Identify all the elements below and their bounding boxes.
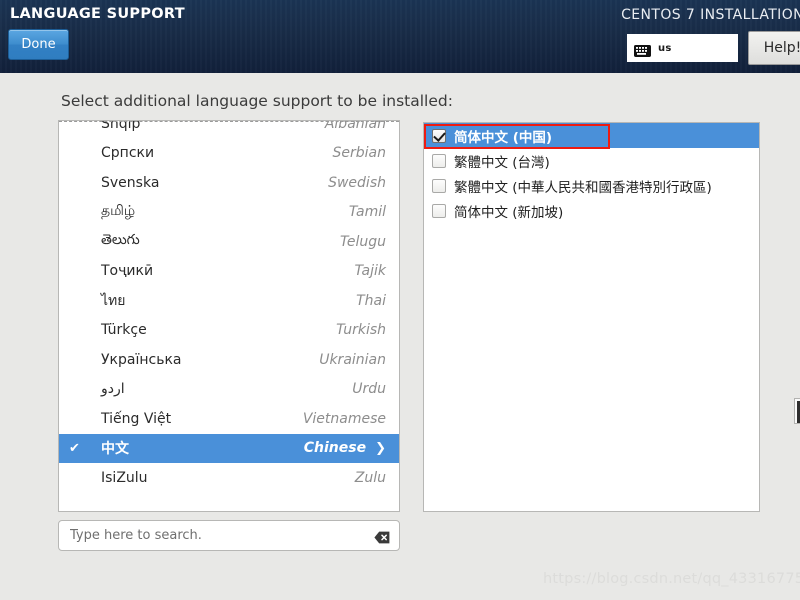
- variant-label: 简体中文 (中国): [454, 126, 552, 146]
- language-english-name: Telugu: [340, 234, 386, 250]
- variant-label: 繁體中文 (台灣): [454, 151, 550, 171]
- keyboard-icon: [634, 42, 651, 54]
- search-input[interactable]: [59, 528, 359, 543]
- language-native-name: Українська: [69, 352, 181, 368]
- language-list-item[interactable]: ✔中文Chinese❯: [59, 434, 399, 464]
- language-variant-item[interactable]: 简体中文 (新加坡): [424, 198, 759, 223]
- page-title: LANGUAGE SUPPORT: [10, 6, 185, 22]
- language-list-item[interactable]: ไทย Thai: [59, 286, 399, 316]
- language-list-item[interactable]: தமிழ் Tamil: [59, 198, 399, 228]
- language-variant-item[interactable]: 繁體中文 (中華人民共和國香港特別行政區): [424, 173, 759, 198]
- language-english-name: Serbian: [333, 145, 386, 161]
- variant-checkbox[interactable]: [432, 179, 446, 193]
- language-search-box[interactable]: [58, 520, 400, 551]
- language-english-name: Turkish: [336, 322, 386, 338]
- language-english-name: Thai: [356, 293, 386, 309]
- language-english-name: Tamil: [349, 204, 386, 220]
- installer-header-bar: LANGUAGE SUPPORT Done CENTOS 7 INSTALLAT…: [0, 0, 800, 73]
- language-list-item[interactable]: Српски Serbian: [59, 139, 399, 169]
- language-variant-item[interactable]: 繁體中文 (台灣): [424, 148, 759, 173]
- language-list-item[interactable]: Türkçe Turkish: [59, 316, 399, 346]
- language-variants-list: 简体中文 (中国) 繁體中文 (台灣) 繁體中文 (中華人民共和國香港特別行政區) 简…: [424, 123, 759, 223]
- keyboard-layout-label: us: [658, 43, 671, 54]
- help-button[interactable]: Help!: [748, 31, 800, 65]
- language-english-name: Urdu: [352, 381, 386, 397]
- language-list-item[interactable]: Українська Ukrainian: [59, 345, 399, 375]
- language-variant-item[interactable]: 简体中文 (中国): [424, 123, 759, 148]
- language-native-name: IsiZulu: [69, 470, 148, 486]
- language-list-item[interactable]: اردو Urdu: [59, 375, 399, 405]
- language-english-name: Ukrainian: [319, 352, 386, 368]
- language-native-name: தமிழ்: [69, 203, 135, 221]
- language-list-item[interactable]: IsiZulu Zulu: [59, 463, 399, 493]
- variant-checkbox[interactable]: [432, 129, 446, 143]
- variant-label: 简体中文 (新加坡): [454, 201, 563, 221]
- language-native-name: اردو: [69, 381, 125, 397]
- installation-title: CENTOS 7 INSTALLATION: [621, 7, 800, 23]
- language-list: ShqipAlbanian Српски Serbian Svenska Swedish…: [59, 120, 399, 493]
- variant-label: 繁體中文 (中華人民共和國香港特別行政區): [454, 176, 712, 196]
- selected-check-icon: ✔: [69, 441, 83, 456]
- watermark-text: https://blog.csdn.net/qq_43316775: [543, 571, 800, 587]
- language-english-name: Vietnamese: [303, 411, 386, 427]
- section-heading: Select additional language support to be…: [61, 92, 453, 110]
- language-english-name: Chinese: [304, 440, 366, 456]
- language-english-name: Swedish: [328, 175, 386, 191]
- language-list-item[interactable]: తెలుగు Telugu: [59, 227, 399, 257]
- language-list-item[interactable]: Тоҷикӣ Tajik: [59, 257, 399, 287]
- language-native-name: Svenska: [69, 175, 159, 191]
- chevron-right-icon: ❯: [375, 441, 386, 456]
- language-list-item[interactable]: Tiếng Việt Vietnamese: [59, 404, 399, 434]
- language-native-name: Türkçe: [69, 322, 147, 338]
- language-english-name: Zulu: [355, 470, 386, 486]
- language-native-name: ไทย: [69, 290, 125, 312]
- edge-scrollbar-sliver[interactable]: [794, 398, 800, 424]
- language-native-name: Тоҷикӣ: [69, 263, 153, 279]
- language-native-name: తెలుగు: [69, 232, 140, 251]
- clear-search-icon[interactable]: [374, 529, 390, 542]
- language-list-panel[interactable]: ShqipAlbanian Српски Serbian Svenska Swedish…: [58, 120, 400, 512]
- language-native-name: Српски: [69, 145, 154, 161]
- language-list-item[interactable]: Svenska Swedish: [59, 168, 399, 198]
- done-button[interactable]: Done: [8, 29, 69, 60]
- language-list-item[interactable]: ShqipAlbanian: [59, 120, 399, 139]
- language-native-name: Tiếng Việt: [69, 411, 171, 427]
- language-english-name: Tajik: [354, 263, 386, 279]
- language-variants-panel[interactable]: 简体中文 (中国) 繁體中文 (台灣) 繁體中文 (中華人民共和國香港特別行政區) 简…: [423, 122, 760, 512]
- list-top-divider: [59, 121, 399, 122]
- keyboard-layout-indicator[interactable]: us: [627, 34, 738, 62]
- variant-checkbox[interactable]: [432, 204, 446, 218]
- variant-checkbox[interactable]: [432, 154, 446, 168]
